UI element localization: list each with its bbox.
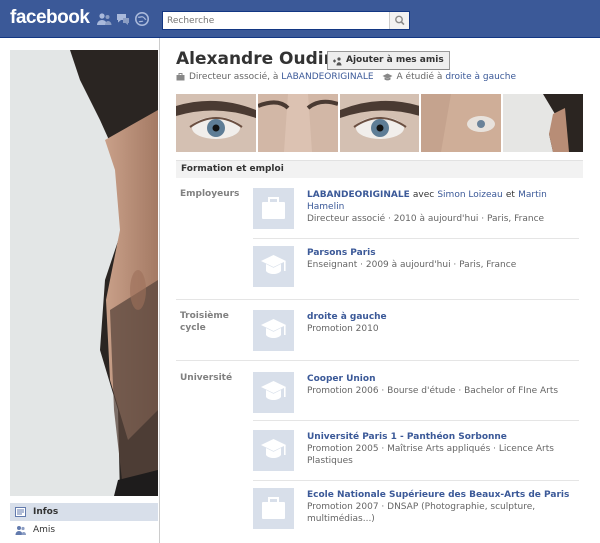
graduation-cap-icon	[253, 430, 294, 471]
entry-text: Parsons Paris Enseignant · 2009 à aujour…	[307, 247, 585, 271]
section-header: Formation et emploi	[176, 160, 583, 178]
add-friend-label: Ajouter à mes amis	[346, 55, 444, 65]
nav-item-label: Infos	[33, 507, 59, 517]
eye-photo-image	[339, 94, 420, 152]
entry-title-link[interactable]: Université Paris 1 - Panthéon Sorbonne	[307, 431, 585, 443]
eye-photo-image	[176, 94, 256, 152]
briefcase-icon	[176, 73, 185, 81]
graduation-cap-icon	[253, 310, 294, 351]
entry-divider	[253, 238, 579, 239]
profile-photo-image	[503, 94, 583, 152]
group-label: Employeurs	[180, 189, 240, 199]
top-bar: facebook	[0, 0, 600, 38]
search-input[interactable]	[163, 12, 383, 29]
entry-title-link[interactable]: droite à gauche	[307, 311, 585, 323]
work-link[interactable]: LABANDEORIGINALE	[281, 72, 373, 82]
group-employeurs: Employeurs LABANDEORIGINALE avec Simon L…	[176, 188, 579, 330]
group-universite: Université Cooper Union Promotion 2006 ·…	[176, 372, 579, 543]
profile-name[interactable]: Alexandre Oudin	[176, 49, 336, 69]
school-thumbnail[interactable]	[253, 372, 294, 413]
info-icon	[15, 507, 26, 517]
entry-text: Cooper Union Promotion 2006 · Bourse d'é…	[307, 373, 585, 397]
person-link[interactable]: Simon Loizeau	[437, 190, 502, 200]
profile-left-nav: Infos Amis	[10, 503, 158, 539]
group-divider	[176, 299, 579, 300]
group-divider	[176, 360, 579, 361]
study-prefix: A étudié à	[396, 72, 443, 82]
friends-icon	[15, 526, 26, 535]
strip-photo[interactable]	[339, 94, 420, 152]
entry-text: LABANDEORIGINALE avec Simon Loizeau et M…	[307, 189, 585, 225]
face-photo-image	[421, 94, 502, 152]
entry-detail: Promotion 2007 · DNSAP (Photographie, sc…	[307, 502, 536, 524]
school-thumbnail[interactable]	[253, 488, 294, 529]
and-word: et	[505, 190, 515, 200]
photo-strip	[176, 94, 583, 152]
entry-detail: Promotion 2005 · Maîtrise Arts appliqués…	[307, 444, 554, 466]
employer-thumbnail[interactable]	[253, 188, 294, 229]
study-link[interactable]: droite à gauche	[445, 72, 516, 82]
friend-requests-icon[interactable]	[96, 11, 112, 27]
profile-picture[interactable]	[10, 50, 158, 496]
work-prefix: Directeur associé, à	[189, 72, 279, 82]
group-label: Troisième cycle	[180, 311, 229, 333]
nav-item-amis[interactable]: Amis	[10, 521, 158, 539]
entry-detail: Promotion 2010	[307, 324, 379, 334]
entry-text: droite à gauche Promotion 2010	[307, 311, 585, 335]
search-button[interactable]	[389, 12, 409, 29]
briefcase-icon	[253, 488, 294, 529]
notifications-icon[interactable]	[134, 11, 150, 27]
entry-title-link[interactable]: Ecole Nationale Supérieure des Beaux-Art…	[307, 489, 585, 501]
entry-text: Ecole Nationale Supérieure des Beaux-Art…	[307, 489, 585, 525]
entry-title-link[interactable]: Parsons Paris	[307, 247, 585, 259]
entry-title: LABANDEORIGINALE avec Simon Loizeau et M…	[307, 189, 585, 213]
entry-detail: Promotion 2006 · Bourse d'étude · Bachel…	[307, 386, 559, 396]
nose-photo-image	[257, 94, 338, 152]
facebook-logo[interactable]: facebook	[10, 7, 90, 29]
messages-icon[interactable]	[115, 11, 131, 27]
with-word: avec	[412, 190, 435, 200]
employer-thumbnail[interactable]	[253, 246, 294, 287]
nav-item-label: Amis	[33, 525, 56, 535]
add-friend-button[interactable]: Ajouter à mes amis	[327, 51, 450, 70]
profile-main: Alexandre Oudin Ajouter à mes amis Direc…	[159, 38, 600, 543]
entry-detail: Enseignant · 2009 à aujourd'hui · Paris,…	[307, 260, 517, 270]
briefcase-icon	[253, 188, 294, 229]
graduation-cap-icon	[382, 73, 393, 81]
graduation-cap-icon	[253, 246, 294, 287]
strip-photo[interactable]	[176, 94, 256, 152]
entry-detail: Directeur associé · 2010 à aujourd'hui ·…	[307, 214, 545, 224]
school-thumbnail[interactable]	[253, 430, 294, 471]
search-box[interactable]	[162, 11, 410, 30]
add-friend-icon	[333, 56, 342, 65]
graduation-cap-icon	[253, 372, 294, 413]
group-troisieme-cycle: Troisième cycle droite à gauche Promotio…	[176, 310, 579, 370]
entry-divider	[253, 420, 579, 421]
entry-divider	[253, 480, 579, 481]
search-icon	[395, 15, 405, 26]
entry-title-link[interactable]: Cooper Union	[307, 373, 585, 385]
strip-photo[interactable]	[503, 94, 583, 152]
profile-picture-image	[10, 50, 158, 496]
entry-text: Université Paris 1 - Panthéon Sorbonne P…	[307, 431, 585, 467]
entry-title-link[interactable]: LABANDEORIGINALE	[307, 190, 410, 200]
school-thumbnail[interactable]	[253, 310, 294, 351]
strip-photo[interactable]	[257, 94, 338, 152]
strip-photo[interactable]	[421, 94, 502, 152]
group-label: Université	[180, 373, 233, 383]
nav-item-infos[interactable]: Infos	[10, 503, 158, 521]
profile-summary: Directeur associé, à LABANDEORIGINALE A …	[176, 72, 516, 82]
